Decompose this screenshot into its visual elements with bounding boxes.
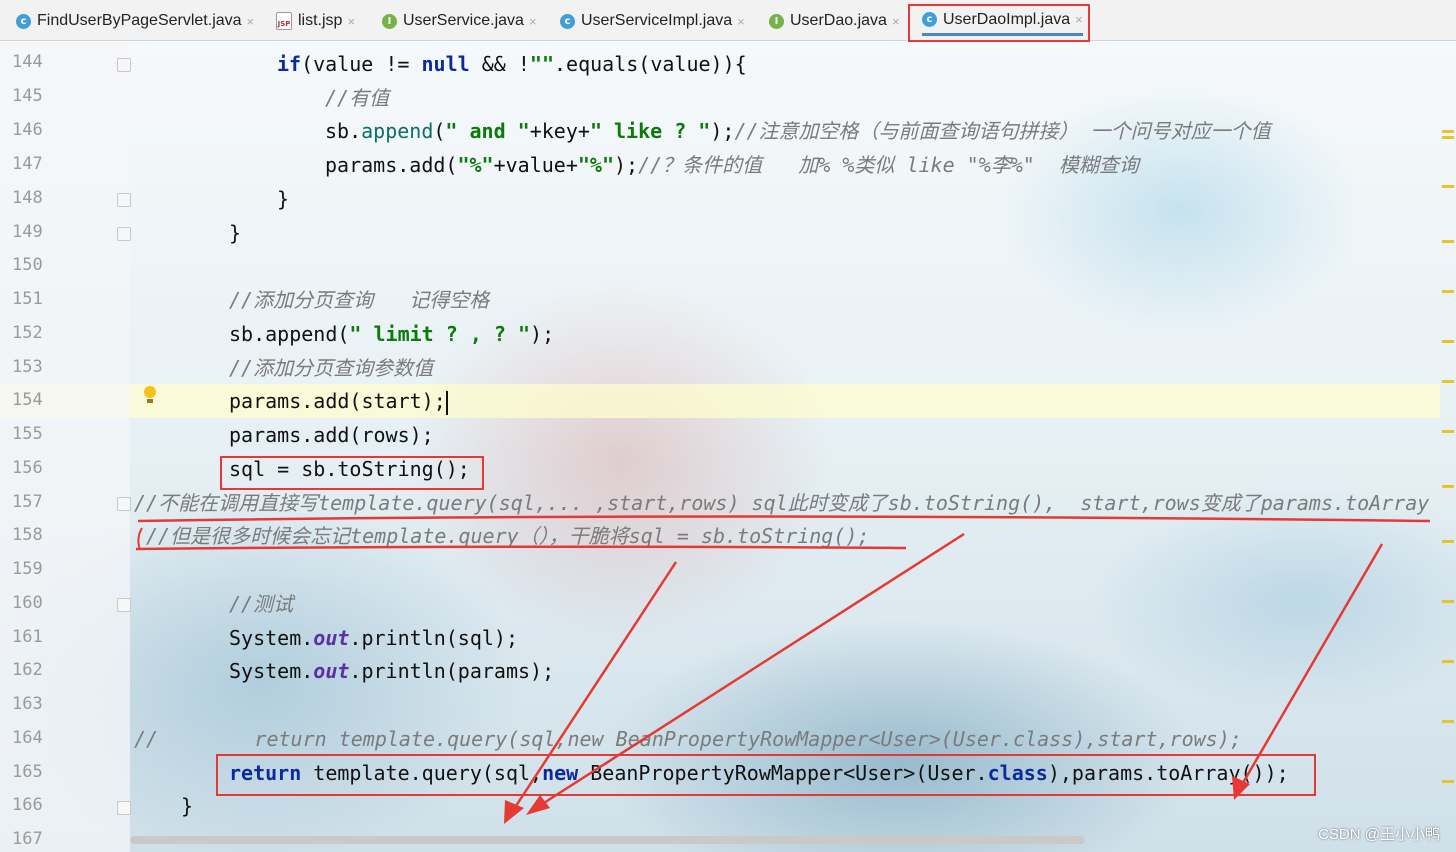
- watermark: CSDN @王小小鸭: [1318, 826, 1440, 843]
- close-icon[interactable]: ×: [737, 14, 745, 29]
- text-caret: [445, 390, 448, 415]
- code-line-161: System.out.println(sql);: [229, 626, 518, 650]
- code-line-160: //测试: [229, 592, 294, 616]
- code-line-144: if(value != null && !"".equals(value)){: [277, 52, 747, 76]
- code-line-149: }: [229, 221, 242, 245]
- code-line-157: //不能在调用直接写template.query(sql,... ,start,…: [134, 491, 1430, 515]
- code-line-165: return template.query(sql,new BeanProper…: [229, 761, 1289, 785]
- error-stripe[interactable]: [1440, 40, 1456, 852]
- code-line-151: //添加分页查询 记得空格: [229, 288, 490, 312]
- code-line-162: System.out.println(params);: [229, 659, 555, 683]
- code-line-154: params.add(start);: [229, 389, 448, 415]
- warning-mark[interactable]: [1442, 600, 1454, 603]
- tab-label: UserService.java: [403, 12, 524, 29]
- class-icon: c: [16, 13, 31, 29]
- warning-mark[interactable]: [1442, 430, 1454, 433]
- class-icon: c: [922, 12, 937, 27]
- code-line-166: }: [181, 794, 194, 818]
- code-line-153: //添加分页查询参数值: [229, 356, 434, 380]
- close-icon[interactable]: ×: [347, 14, 355, 29]
- code-line-146: sb.append(" and "+key+" like ? ");//注意加空…: [325, 119, 1271, 143]
- code-line-145: //有值: [325, 86, 390, 110]
- warning-mark[interactable]: [1442, 240, 1454, 243]
- close-icon[interactable]: ×: [892, 14, 900, 29]
- code-line-147: params.add("%"+value+"%");//？条件的值 加% %类似…: [325, 153, 1139, 177]
- tab-list-jsp[interactable]: JSP list.jsp ×: [276, 6, 355, 36]
- close-icon[interactable]: ×: [247, 14, 255, 29]
- jsp-icon: JSP: [276, 12, 292, 30]
- tab-label: UserServiceImpl.java: [581, 12, 733, 29]
- tab-label: UserDao.java: [790, 12, 887, 29]
- code-line-158: //但是很多时候会忘记template.query（），干脆将sql = sb.…: [146, 524, 870, 548]
- tab-user-dao[interactable]: I UserDao.java ×: [769, 6, 900, 36]
- tab-user-service[interactable]: I UserService.java ×: [382, 6, 537, 36]
- class-icon: c: [560, 13, 575, 29]
- code-line-148: }: [277, 187, 290, 211]
- interface-icon: I: [382, 13, 397, 29]
- warning-mark[interactable]: [1442, 290, 1454, 293]
- warning-mark[interactable]: [1442, 136, 1454, 139]
- close-icon[interactable]: ×: [529, 14, 537, 29]
- code-editor[interactable]: if(value != null && !"".equals(value)){ …: [0, 40, 1440, 852]
- tab-label: list.jsp: [298, 12, 343, 29]
- warning-mark[interactable]: [1442, 130, 1454, 133]
- close-icon[interactable]: ×: [1075, 12, 1083, 27]
- tab-label: UserDaoImpl.java: [943, 10, 1071, 28]
- warning-mark[interactable]: [1442, 720, 1454, 723]
- interface-icon: I: [769, 13, 784, 29]
- warning-mark[interactable]: [1442, 540, 1454, 543]
- warning-mark[interactable]: [1442, 380, 1454, 383]
- horizontal-scrollbar[interactable]: [130, 836, 1085, 844]
- lightbulb-icon[interactable]: [143, 386, 157, 404]
- warning-mark[interactable]: [1442, 340, 1454, 343]
- tab-user-service-impl[interactable]: c UserServiceImpl.java ×: [560, 6, 745, 36]
- warning-mark[interactable]: [1442, 185, 1454, 188]
- code-line-156: sql = sb.toString();: [229, 457, 470, 481]
- warning-mark[interactable]: [1442, 780, 1454, 783]
- tab-user-dao-impl[interactable]: c UserDaoImpl.java ×: [922, 6, 1083, 36]
- warning-mark[interactable]: [1442, 485, 1454, 488]
- editor-tab-bar: c FindUserByPageServlet.java × JSP list.…: [0, 0, 1456, 41]
- tab-find-user-by-page-servlet[interactable]: c FindUserByPageServlet.java ×: [16, 6, 254, 36]
- code-line-155: params.add(rows);: [229, 423, 434, 447]
- code-line-164: // return template.query(sql,new BeanPro…: [134, 727, 1242, 751]
- code-line-152: sb.append(" limit ? , ? ");: [229, 322, 555, 346]
- warning-mark[interactable]: [1442, 660, 1454, 663]
- tab-label: FindUserByPageServlet.java: [37, 12, 242, 29]
